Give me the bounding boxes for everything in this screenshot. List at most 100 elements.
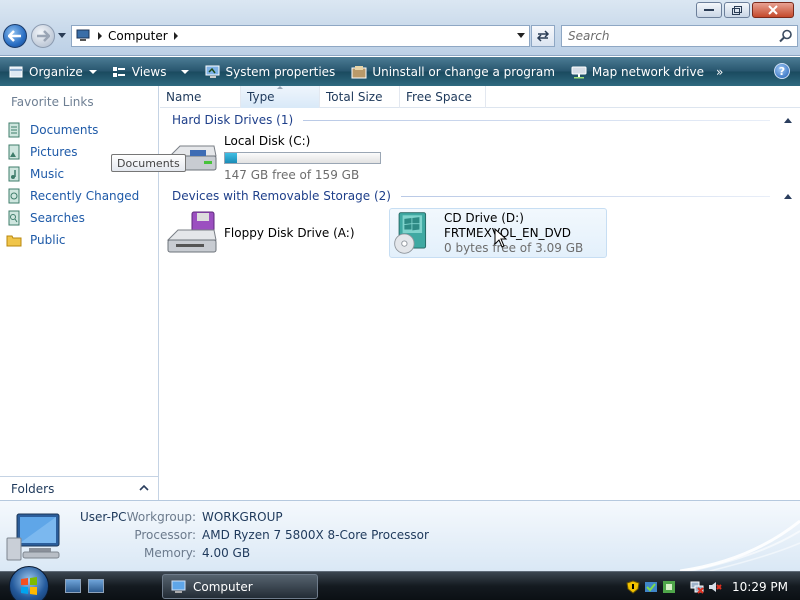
address-bar[interactable]: Computer (71, 25, 530, 47)
network-drive-icon (571, 64, 587, 80)
collapse-group-icon[interactable] (784, 193, 792, 199)
group-header-hard-disk-drives[interactable]: Hard Disk Drives (1) (172, 113, 792, 127)
drive-name: Floppy Disk Drive (A:) (224, 226, 355, 240)
collapse-group-icon[interactable] (784, 117, 792, 123)
network-disconnected-icon[interactable] (690, 580, 704, 594)
organize-button[interactable]: Organize (4, 57, 101, 86)
views-icon (111, 64, 127, 80)
public-folder-icon (6, 232, 22, 248)
favorite-link-recently-changed[interactable]: Recently Changed (6, 185, 139, 207)
column-header-type[interactable]: Type (241, 86, 320, 108)
mouse-pointer-icon (494, 228, 508, 248)
system-tray: 10:29 PM (626, 572, 800, 600)
favorite-links-heading: Favorite Links (11, 95, 94, 109)
chevron-down-icon (180, 69, 189, 74)
clock[interactable]: 10:29 PM (732, 580, 788, 594)
chevron-down-icon (88, 69, 97, 74)
favorite-link-documents[interactable]: Documents (6, 119, 139, 141)
favorite-links-list: Documents Pictures Music Recently Change… (6, 119, 139, 251)
breadcrumb-separator[interactable] (98, 32, 102, 40)
group-divider (400, 195, 770, 197)
map-network-drive-button[interactable]: Map network drive (567, 57, 708, 86)
pictures-icon (6, 144, 22, 160)
detail-key: Workgroup: (126, 510, 196, 524)
breadcrumb-computer[interactable]: Computer (108, 29, 168, 43)
drive-usage-fill (225, 153, 237, 163)
views-label: Views (131, 64, 167, 79)
documents-icon (6, 122, 22, 138)
uninstall-program-button[interactable]: Uninstall or change a program (347, 57, 559, 86)
column-header-name[interactable]: Name (160, 86, 241, 108)
close-icon (768, 5, 778, 15)
detail-value: AMD Ryzen 7 5800X 8-Core Processor (202, 528, 429, 542)
help-button[interactable]: ? (774, 63, 790, 79)
volume-muted-icon[interactable] (708, 580, 722, 594)
detail-row-processor: Processor: AMD Ryzen 7 5800X 8-Core Proc… (78, 528, 429, 542)
column-headers: Name Type Total Size Free Space (160, 86, 800, 108)
address-dropdown-icon[interactable] (517, 33, 525, 38)
drive-info: CD Drive (D:) FRTMEXVOL_EN_DVD 0 bytes f… (444, 209, 583, 256)
window-controls (694, 2, 794, 18)
file-list-pane: Name Type Total Size Free Space Hard Dis… (160, 86, 800, 500)
sort-ascending-icon (277, 86, 283, 89)
show-desktop-icon[interactable] (65, 579, 81, 593)
refresh-button[interactable] (531, 25, 555, 47)
system-properties-button[interactable]: System properties (201, 57, 340, 86)
column-header-label: Type (247, 90, 275, 104)
detail-key: Processor: (134, 528, 196, 542)
map-network-drive-label: Map network drive (591, 64, 704, 79)
organize-label: Organize (29, 64, 83, 79)
detail-value: WORKGROUP (202, 510, 283, 524)
favorite-link-label: Searches (30, 211, 85, 225)
taskbar: Computer 10:29 PM (0, 566, 800, 600)
search-input[interactable] (568, 29, 768, 43)
windows-logo-icon (21, 577, 37, 595)
favorite-link-label: Public (30, 233, 66, 247)
system-properties-icon (205, 64, 221, 80)
windows-defender-icon[interactable] (662, 580, 676, 594)
floppy-drive-icon (166, 211, 217, 253)
details-pane: User-PC Workgroup: WORKGROUP Processor: … (0, 500, 800, 571)
forward-button[interactable] (31, 24, 55, 48)
windows-update-icon[interactable] (644, 580, 658, 594)
switch-windows-icon[interactable] (88, 579, 104, 593)
computer-icon (171, 580, 186, 593)
recent-pages-dropdown[interactable] (58, 32, 66, 40)
favorite-link-label: Recently Changed (30, 189, 140, 203)
drive-tile-local-disk-c[interactable]: Local Disk (C:) 147 GB free of 159 GB (166, 134, 381, 183)
search-icon[interactable] (779, 29, 793, 43)
group-header-removable-storage[interactable]: Devices with Removable Storage (2) (172, 189, 792, 203)
refresh-icon (536, 30, 550, 42)
favorite-link-public[interactable]: Public (6, 229, 139, 251)
navigation-pane: Favorite Links Documents Pictures Music … (0, 86, 159, 500)
minimize-button[interactable] (696, 2, 722, 18)
tooltip: Documents (111, 154, 186, 172)
column-header-free-space[interactable]: Free Space (400, 86, 486, 108)
favorite-link-searches[interactable]: Searches (6, 207, 139, 229)
close-button[interactable] (752, 2, 794, 18)
breadcrumb-separator[interactable] (173, 32, 178, 40)
back-button[interactable] (3, 24, 27, 48)
computer-icon (6, 513, 60, 561)
computer-icon (76, 29, 90, 41)
group-title: Devices with Removable Storage (2) (172, 189, 391, 203)
drive-name: Local Disk (C:) (224, 134, 311, 148)
folders-label: Folders (11, 481, 55, 496)
folders-toggle[interactable]: Folders (0, 476, 158, 500)
dvd-drive-icon (394, 212, 427, 254)
minimize-icon (704, 9, 714, 11)
security-shield-icon[interactable] (626, 579, 640, 594)
column-header-total-size[interactable]: Total Size (320, 86, 400, 108)
start-button[interactable] (9, 566, 49, 600)
views-button[interactable]: Views (107, 57, 193, 86)
taskbar-button-computer[interactable]: Computer (162, 574, 318, 599)
maximize-button[interactable] (724, 2, 750, 18)
favorite-link-label: Pictures (30, 145, 78, 159)
decorative-swoosh (680, 519, 800, 571)
drive-tile-floppy-a[interactable]: Floppy Disk Drive (A:) (166, 210, 355, 258)
drive-name: CD Drive (D:) (444, 211, 524, 225)
restore-icon (732, 5, 742, 15)
more-commands-button[interactable]: » (716, 65, 723, 79)
detail-value: 4.00 GB (202, 546, 251, 560)
system-properties-label: System properties (225, 64, 336, 79)
